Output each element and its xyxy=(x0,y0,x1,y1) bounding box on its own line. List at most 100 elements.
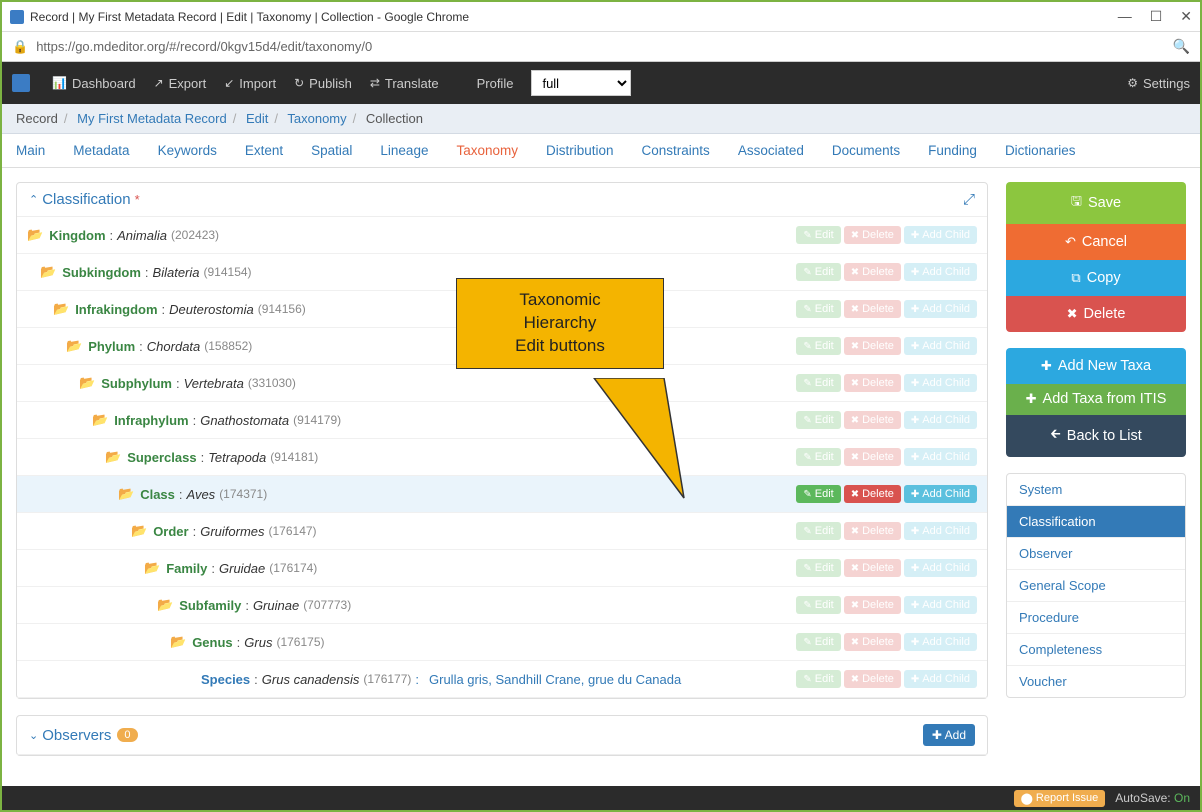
edit-button[interactable]: ✎Edit xyxy=(796,337,840,355)
add-child-button[interactable]: ✚Add Child xyxy=(904,374,977,392)
undo-icon: ↶ xyxy=(1065,234,1076,250)
add-child-button[interactable]: ✚Add Child xyxy=(904,559,977,577)
add-child-button[interactable]: ✚Add Child xyxy=(904,596,977,614)
nav-import[interactable]: ↙Import xyxy=(224,76,276,91)
add-child-button[interactable]: ✚Add Child xyxy=(904,670,977,688)
delete-row-button[interactable]: ✖Delete xyxy=(844,633,901,651)
add-observer-button[interactable]: ✚ Add xyxy=(923,724,975,746)
crumb-recordname[interactable]: My First Metadata Record xyxy=(77,111,227,126)
sidenav-general-scope[interactable]: General Scope xyxy=(1007,570,1185,602)
search-icon[interactable]: 🔍 xyxy=(1173,38,1190,55)
crumb-taxonomy[interactable]: Taxonomy xyxy=(287,111,346,126)
delete-row-button[interactable]: ✖Delete xyxy=(844,337,901,355)
export-icon: ↗ xyxy=(154,76,164,90)
tab-dictionaries[interactable]: Dictionaries xyxy=(1005,143,1076,158)
tab-taxonomy[interactable]: Taxonomy xyxy=(456,143,518,158)
tab-documents[interactable]: Documents xyxy=(832,143,900,158)
delete-row-button[interactable]: ✖Delete xyxy=(844,226,901,244)
plus-icon: ✚ xyxy=(911,489,919,500)
edit-button[interactable]: ✎Edit xyxy=(796,226,840,244)
classification-panel: ⌃ Classification * ⤢ 📂Kingdom : Animalia… xyxy=(16,182,988,699)
taxon-code: (176175) xyxy=(276,635,324,649)
tab-constraints[interactable]: Constraints xyxy=(642,143,710,158)
tab-funding[interactable]: Funding xyxy=(928,143,977,158)
add-child-button[interactable]: ✚Add Child xyxy=(904,633,977,651)
delete-row-button[interactable]: ✖Delete xyxy=(844,596,901,614)
delete-row-button[interactable]: ✖Delete xyxy=(844,374,901,392)
edit-button[interactable]: ✎Edit xyxy=(796,559,840,577)
tab-metadata[interactable]: Metadata xyxy=(73,143,129,158)
add-child-button[interactable]: ✚Add Child xyxy=(904,226,977,244)
nav-publish[interactable]: ↻Publish xyxy=(294,76,352,91)
sidenav-observer[interactable]: Observer xyxy=(1007,538,1185,570)
taxon-name: Gnathostomata xyxy=(200,413,289,428)
edit-button[interactable]: ✎Edit xyxy=(796,522,840,540)
delete-row-button[interactable]: ✖Delete xyxy=(844,485,901,503)
delete-row-button[interactable]: ✖Delete xyxy=(844,670,901,688)
sidenav-classification[interactable]: Classification xyxy=(1007,506,1185,538)
edit-button[interactable]: ✎Edit xyxy=(796,596,840,614)
crumb-edit[interactable]: Edit xyxy=(246,111,268,126)
report-issue-button[interactable]: ⬤Report Issue xyxy=(1014,790,1106,807)
delete-row-button[interactable]: ✖Delete xyxy=(844,522,901,540)
delete-row-button[interactable]: ✖Delete xyxy=(844,411,901,429)
tab-spatial[interactable]: Spatial xyxy=(311,143,352,158)
edit-button[interactable]: ✎Edit xyxy=(796,670,840,688)
add-child-button[interactable]: ✚Add Child xyxy=(904,522,977,540)
delete-row-button[interactable]: ✖Delete xyxy=(844,300,901,318)
add-child-button[interactable]: ✚Add Child xyxy=(904,411,977,429)
x-icon: ✖ xyxy=(851,378,859,389)
copy-button[interactable]: ⧉Copy xyxy=(1006,260,1186,296)
add-taxa-itis-button[interactable]: ✚Add Taxa from ITIS xyxy=(1006,384,1186,415)
url-text[interactable]: https://go.mdeditor.org/#/record/0kgv15d… xyxy=(36,39,1172,54)
profile-select[interactable]: full xyxy=(531,70,631,96)
tab-distribution[interactable]: Distribution xyxy=(546,143,614,158)
tab-main[interactable]: Main xyxy=(16,143,45,158)
tab-extent[interactable]: Extent xyxy=(245,143,283,158)
edit-button[interactable]: ✎Edit xyxy=(796,633,840,651)
nav-settings[interactable]: ⚙Settings xyxy=(1127,76,1190,91)
nav-translate[interactable]: ⇄Translate xyxy=(370,76,439,91)
delete-row-button[interactable]: ✖Delete xyxy=(844,448,901,466)
sidenav-system[interactable]: System xyxy=(1007,474,1185,506)
add-child-button[interactable]: ✚Add Child xyxy=(904,263,977,281)
tab-keywords[interactable]: Keywords xyxy=(158,143,217,158)
x-icon: ✖ xyxy=(851,674,859,685)
sidenav-voucher[interactable]: Voucher xyxy=(1007,666,1185,697)
browser-title-bar: Record | My First Metadata Record | Edit… xyxy=(2,2,1200,32)
add-child-button[interactable]: ✚Add Child xyxy=(904,300,977,318)
maximize-icon[interactable]: ☐ xyxy=(1150,8,1163,25)
add-child-button[interactable]: ✚Add Child xyxy=(904,337,977,355)
edit-button[interactable]: ✎Edit xyxy=(796,411,840,429)
expand-icon[interactable]: ⤢ xyxy=(963,191,975,208)
save-button[interactable]: 🖫Save xyxy=(1006,182,1186,224)
sidenav-completeness[interactable]: Completeness xyxy=(1007,634,1185,666)
tab-associated[interactable]: Associated xyxy=(738,143,804,158)
add-child-button[interactable]: ✚Add Child xyxy=(904,448,977,466)
folder-open-icon: 📂 xyxy=(144,560,160,576)
add-new-taxa-button[interactable]: ✚Add New Taxa xyxy=(1006,348,1186,384)
window-title: Record | My First Metadata Record | Edit… xyxy=(30,10,1118,24)
add-child-button[interactable]: ✚Add Child xyxy=(904,485,977,503)
edit-button[interactable]: ✎Edit xyxy=(796,374,840,392)
sidenav-procedure[interactable]: Procedure xyxy=(1007,602,1185,634)
nav-dashboard[interactable]: 📊Dashboard xyxy=(52,76,136,91)
classification-panel-head[interactable]: ⌃ Classification * ⤢ xyxy=(17,183,987,217)
edit-button[interactable]: ✎Edit xyxy=(796,448,840,466)
taxon-name: Aves xyxy=(187,487,216,502)
close-icon[interactable]: ✕ xyxy=(1180,8,1192,25)
folder-open-icon: 📂 xyxy=(27,227,43,243)
edit-button[interactable]: ✎Edit xyxy=(796,485,840,503)
observers-panel-head[interactable]: ⌄ Observers 0 ✚ Add xyxy=(17,716,987,755)
edit-button[interactable]: ✎Edit xyxy=(796,300,840,318)
app-logo-icon[interactable] xyxy=(12,74,30,92)
delete-button[interactable]: ✖Delete xyxy=(1006,296,1186,332)
tab-lineage[interactable]: Lineage xyxy=(380,143,428,158)
back-to-list-button[interactable]: 🡰Back to List xyxy=(1006,415,1186,457)
edit-button[interactable]: ✎Edit xyxy=(796,263,840,281)
nav-export[interactable]: ↗Export xyxy=(154,76,207,91)
minimize-icon[interactable]: — xyxy=(1118,8,1132,25)
delete-row-button[interactable]: ✖Delete xyxy=(844,263,901,281)
cancel-button[interactable]: ↶Cancel xyxy=(1006,224,1186,260)
delete-row-button[interactable]: ✖Delete xyxy=(844,559,901,577)
